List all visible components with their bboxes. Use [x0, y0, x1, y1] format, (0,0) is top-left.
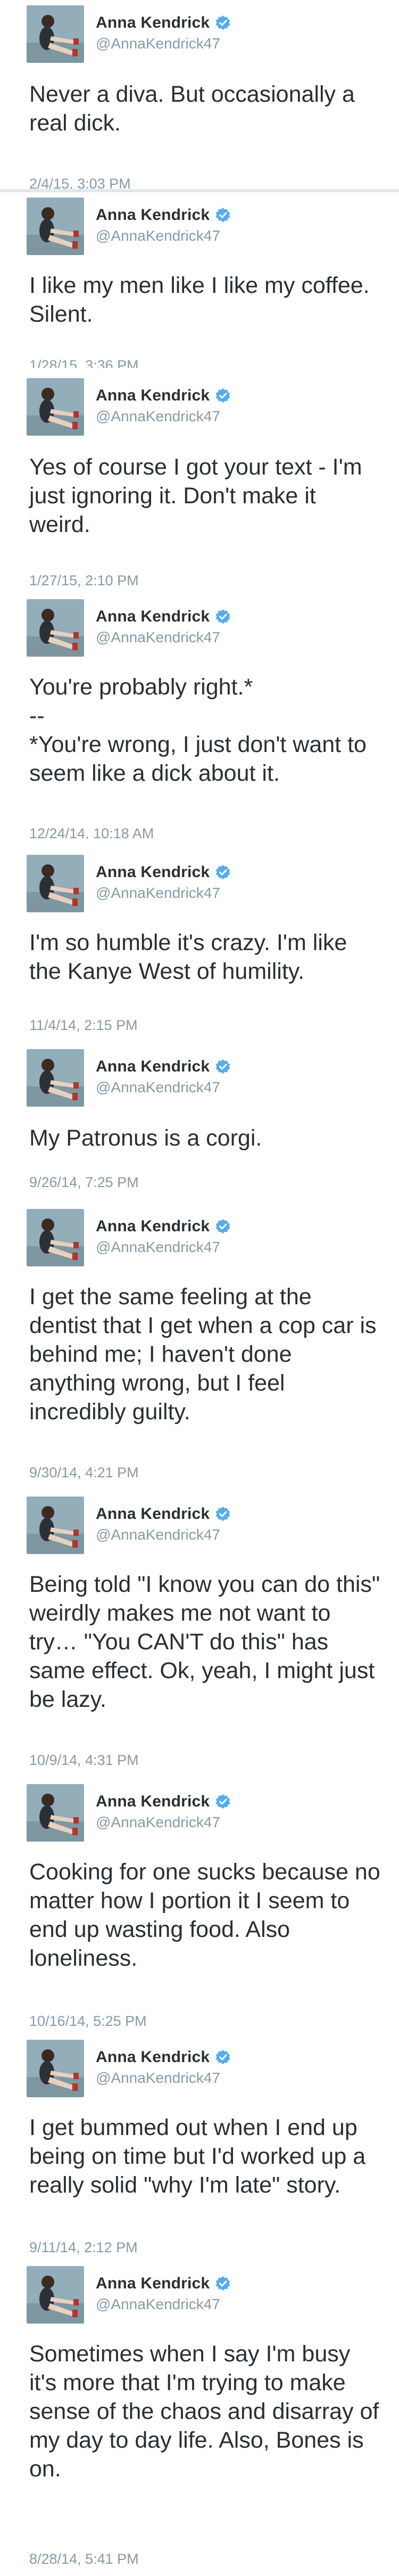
- tweet-text: Yes of course I got your text - I'm just…: [29, 454, 362, 537]
- tweet-card[interactable]: Anna Kendrick @AnnaKendrick47 Yes of cours…: [0, 373, 399, 596]
- author-name[interactable]: Anna Kendrick: [96, 863, 210, 881]
- verified-badge-icon: [215, 864, 231, 880]
- tweet-card[interactable]: Anna Kendrick @AnnaKendrick47 I like my me…: [0, 189, 399, 368]
- tweet-timestamp[interactable]: 11/4/14, 2:15 PM: [29, 1017, 138, 1034]
- verified-badge-icon: [215, 2276, 231, 2292]
- tweet-timestamp[interactable]: 9/11/14, 2:12 PM: [29, 2239, 138, 2256]
- tweet-text: Never a diva. But occasionally a real di…: [29, 81, 355, 136]
- author-name[interactable]: Anna Kendrick: [96, 1058, 210, 1076]
- verified-badge-icon: [215, 1506, 231, 1522]
- author-name[interactable]: Anna Kendrick: [96, 14, 210, 32]
- tweet-card[interactable]: Anna Kendrick @AnnaKendrick47 Sometimes wh…: [0, 2261, 399, 2576]
- tweet-text: I get bummed out when I end up being on …: [29, 2115, 366, 2198]
- avatar[interactable]: [27, 1209, 84, 1266]
- avatar[interactable]: [27, 2040, 84, 2097]
- tweet-feed: Anna Kendrick @AnnaKendrick47 Never a diva…: [0, 0, 399, 2576]
- avatar[interactable]: [27, 1496, 84, 1554]
- author-name-row: Anna Kendrick: [96, 1505, 231, 1523]
- avatar[interactable]: [27, 198, 84, 255]
- verified-badge-icon: [215, 207, 231, 223]
- avatar[interactable]: [27, 1784, 84, 1842]
- author-name-row: Anna Kendrick: [96, 1217, 231, 1236]
- author-handle[interactable]: @AnnaKendrick47: [96, 408, 220, 425]
- verified-badge-icon: [215, 1059, 231, 1075]
- tweet-card[interactable]: Anna Kendrick @AnnaKendrick47 I'm so humbl…: [0, 849, 399, 1044]
- author-handle[interactable]: @AnnaKendrick47: [96, 227, 220, 244]
- author-name[interactable]: Anna Kendrick: [96, 1505, 210, 1523]
- tweet-text: I like my men like I like my coffee. Sil…: [29, 273, 370, 327]
- author-name-row: Anna Kendrick: [96, 2048, 231, 2066]
- verified-badge-icon: [215, 15, 231, 31]
- tweet-text: I get the same feeling at the dentist th…: [29, 1284, 377, 1425]
- tweet-card[interactable]: Anna Kendrick @AnnaKendrick47 You're proba…: [0, 594, 399, 839]
- author-handle[interactable]: @AnnaKendrick47: [96, 2070, 220, 2087]
- author-name[interactable]: Anna Kendrick: [96, 206, 210, 224]
- tweet-card[interactable]: Anna Kendrick @AnnaKendrick47 I get bummed…: [0, 2034, 399, 2261]
- author-handle[interactable]: @AnnaKendrick47: [96, 1239, 220, 1256]
- tweet-text: Sometimes when I say I'm busy it's more …: [29, 2341, 379, 2482]
- author-name-row: Anna Kendrick: [96, 387, 231, 405]
- tweet-card[interactable]: Anna Kendrick @AnnaKendrick47 Never a diva…: [0, 0, 399, 205]
- author-name[interactable]: Anna Kendrick: [96, 1217, 210, 1236]
- author-name[interactable]: Anna Kendrick: [96, 608, 210, 626]
- avatar[interactable]: [27, 1049, 84, 1107]
- author-name-row: Anna Kendrick: [96, 206, 231, 224]
- tweet-text: My Patronus is a corgi.: [29, 1125, 262, 1151]
- avatar[interactable]: [27, 5, 84, 63]
- author-name-row: Anna Kendrick: [96, 1058, 231, 1076]
- author-name-row: Anna Kendrick: [96, 608, 231, 626]
- tweet-timestamp[interactable]: 9/26/14, 7:25 PM: [29, 1174, 139, 1191]
- tweet-timestamp[interactable]: 8/28/14, 5:41 PM: [29, 2551, 139, 2567]
- verified-badge-icon: [215, 2049, 231, 2065]
- verified-badge-icon: [215, 1219, 231, 1234]
- tweet-text: I'm so humble it's crazy. I'm like the K…: [29, 930, 347, 984]
- author-name[interactable]: Anna Kendrick: [96, 1793, 210, 1811]
- avatar[interactable]: [27, 855, 84, 912]
- tweet-card[interactable]: Anna Kendrick @AnnaKendrick47 My Patronus …: [0, 1044, 399, 1204]
- author-handle[interactable]: @AnnaKendrick47: [96, 885, 220, 902]
- tweet-timestamp[interactable]: 10/16/14, 5:25 PM: [29, 2013, 147, 2030]
- avatar[interactable]: [27, 2266, 84, 2324]
- verified-badge-icon: [215, 388, 231, 404]
- author-handle[interactable]: @AnnaKendrick47: [96, 1526, 220, 1543]
- author-name[interactable]: Anna Kendrick: [96, 2048, 210, 2066]
- tweet-card[interactable]: Anna Kendrick @AnnaKendrick47 Being told "…: [0, 1491, 399, 1779]
- tweet-timestamp[interactable]: 9/30/14, 4:21 PM: [29, 1465, 139, 1481]
- tweet-timestamp[interactable]: 10/9/14, 4:31 PM: [29, 1752, 139, 1769]
- verified-badge-icon: [215, 1794, 231, 1810]
- author-handle[interactable]: @AnnaKendrick47: [96, 35, 220, 52]
- author-handle[interactable]: @AnnaKendrick47: [96, 2296, 220, 2313]
- tweet-text: Being told "I know you can do this" weir…: [29, 1572, 380, 1712]
- verified-badge-icon: [215, 609, 231, 625]
- tweet-card[interactable]: Anna Kendrick @AnnaKendrick47 I get the sa…: [0, 1204, 399, 1491]
- tweet-timestamp[interactable]: 1/28/15, 3:36 PM: [29, 357, 139, 368]
- author-name[interactable]: Anna Kendrick: [96, 2275, 210, 2293]
- avatar[interactable]: [27, 599, 84, 657]
- author-name[interactable]: Anna Kendrick: [96, 387, 210, 405]
- tweet-timestamp[interactable]: 1/27/15, 2:10 PM: [29, 573, 139, 589]
- avatar[interactable]: [27, 378, 84, 436]
- author-handle[interactable]: @AnnaKendrick47: [96, 629, 220, 646]
- author-handle[interactable]: @AnnaKendrick47: [96, 1814, 220, 1831]
- tweet-card[interactable]: Anna Kendrick @AnnaKendrick47 Cooking for …: [0, 1779, 399, 2034]
- tweet-timestamp[interactable]: 12/24/14, 10:18 AM: [29, 825, 154, 839]
- author-name-row: Anna Kendrick: [96, 1793, 231, 1811]
- tweet-text: Cooking for one sucks because no matter …: [29, 1859, 380, 1971]
- author-handle[interactable]: @AnnaKendrick47: [96, 1079, 220, 1096]
- tweet-text: You're probably right.* -- *You're wrong…: [29, 674, 367, 786]
- author-name-row: Anna Kendrick: [96, 863, 231, 881]
- author-name-row: Anna Kendrick: [96, 2275, 231, 2293]
- author-name-row: Anna Kendrick: [96, 14, 231, 32]
